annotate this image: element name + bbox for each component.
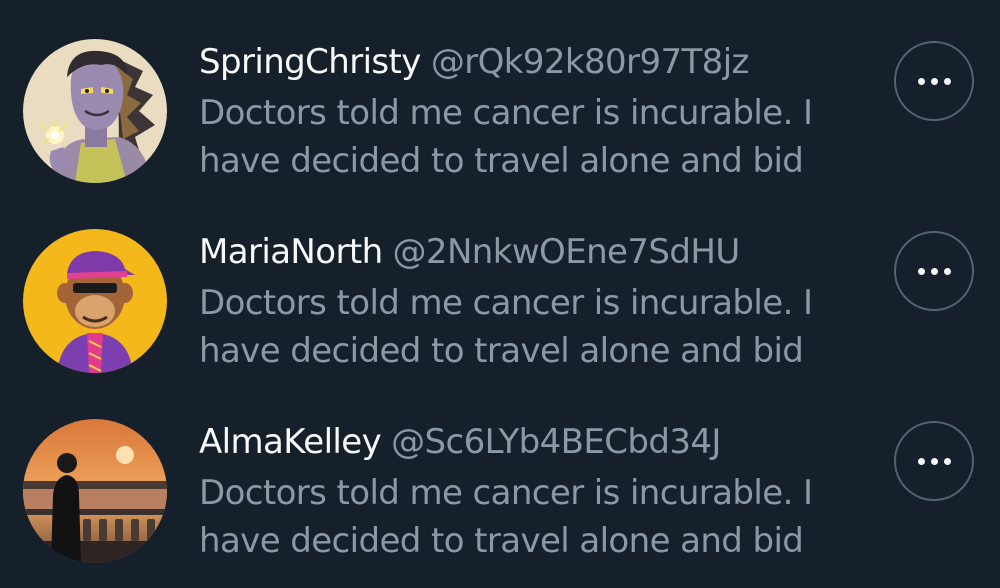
more-horizontal-icon-dot (930, 267, 938, 275)
avatar-image (23, 229, 167, 373)
name-line[interactable]: MariaNorth @2NnkwOEne7SdHU (199, 230, 740, 274)
more-horizontal-icon-dot (943, 267, 951, 275)
user-handle[interactable]: @rQk92k80r97T8jz (431, 42, 750, 82)
more-horizontal-icon (917, 267, 925, 275)
user-bio: Doctors told me cancer is incurable. I h… (199, 93, 813, 181)
avatar[interactable] (23, 229, 167, 373)
more-horizontal-icon-dot (930, 77, 938, 85)
more-horizontal-icon (917, 457, 925, 465)
name-line[interactable]: AlmaKelley @Sc6LYb4BECbd34J (199, 420, 721, 464)
user-handle[interactable]: @2NnkwOEne7SdHU (393, 232, 741, 272)
more-options-button[interactable] (894, 231, 974, 311)
avatar[interactable] (23, 419, 167, 563)
display-name[interactable]: MariaNorth (199, 232, 383, 272)
name-line[interactable]: SpringChristy @rQk92k80r97T8jz (199, 40, 749, 84)
more-horizontal-icon-dot (943, 77, 951, 85)
more-horizontal-icon-dot (930, 457, 938, 465)
more-options-button[interactable] (894, 41, 974, 121)
user-list: SpringChristy @rQk92k80r97T8jz Doctors to… (0, 0, 1000, 588)
more-options-button[interactable] (894, 421, 974, 501)
avatar[interactable] (23, 39, 167, 183)
user-handle[interactable]: @Sc6LYb4BECbd34J (391, 422, 721, 462)
user-cell[interactable]: MariaNorth @2NnkwOEne7SdHU Doctors told m… (0, 228, 1000, 378)
avatar-image (23, 419, 167, 563)
user-cell[interactable]: AlmaKelley @Sc6LYb4BECbd34J Doctors told … (0, 418, 1000, 568)
display-name[interactable]: AlmaKelley (199, 422, 382, 462)
more-horizontal-icon-dot (943, 457, 951, 465)
more-horizontal-icon (917, 77, 925, 85)
avatar-image (23, 39, 167, 183)
user-bio: Doctors told me cancer is incurable. I h… (199, 473, 813, 561)
display-name[interactable]: SpringChristy (199, 42, 421, 82)
user-bio: Doctors told me cancer is incurable. I h… (199, 283, 813, 371)
user-cell[interactable]: SpringChristy @rQk92k80r97T8jz Doctors to… (0, 38, 1000, 188)
